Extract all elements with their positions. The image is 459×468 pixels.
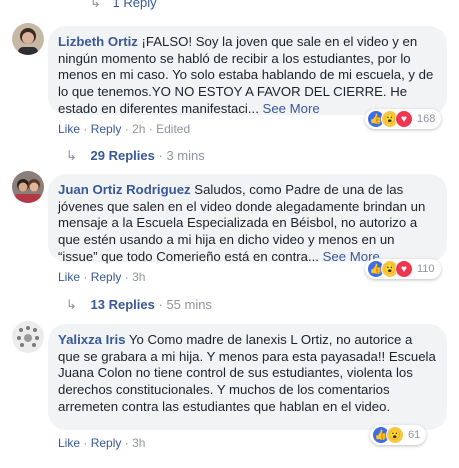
reaction-count: 168 bbox=[417, 113, 436, 125]
see-more-link[interactable]: See More bbox=[263, 101, 320, 116]
view-replies-link[interactable]: ↳ 13 Replies · 55 mins bbox=[66, 297, 212, 313]
reply-link-top[interactable]: ↳ 1 Reply bbox=[90, 0, 157, 11]
like-button[interactable]: Like bbox=[58, 122, 80, 136]
love-icon: ♥ bbox=[395, 110, 413, 128]
like-button[interactable]: Like bbox=[58, 270, 80, 284]
comment-bubble: Juan Ortiz Rodriguez Saludos, como Padre… bbox=[48, 174, 447, 264]
comment-actions: Like · Reply · 3h bbox=[58, 270, 146, 284]
commenter-name[interactable]: Lizbeth Ortiz bbox=[58, 34, 138, 49]
view-replies-link[interactable]: ↳ 29 Replies · 3 mins bbox=[66, 148, 205, 164]
commenter-name[interactable]: Juan Ortiz Rodriguez bbox=[58, 182, 191, 197]
avatar[interactable] bbox=[12, 23, 44, 55]
avatar[interactable] bbox=[12, 171, 44, 203]
reply-arrow-icon: ↳ bbox=[66, 297, 77, 312]
commenter-name[interactable]: Yalixza Iris bbox=[58, 332, 125, 347]
reply-button[interactable]: Reply bbox=[91, 436, 122, 450]
comment-actions: Like · Reply · 2h · Edited bbox=[58, 122, 191, 136]
like-button[interactable]: Like bbox=[58, 436, 80, 450]
reaction-count: 110 bbox=[417, 263, 435, 275]
edited-label[interactable]: Edited bbox=[156, 122, 190, 136]
reply-button[interactable]: Reply bbox=[91, 122, 122, 136]
timestamp[interactable]: 3h bbox=[132, 436, 145, 450]
comment-bubble: Yalixza Iris Yo Como madre de lanexis L … bbox=[48, 324, 447, 430]
avatar[interactable] bbox=[12, 321, 44, 353]
timestamp[interactable]: 2h bbox=[132, 122, 145, 136]
reaction-summary[interactable]: 👍 😮 61 bbox=[370, 425, 427, 445]
reaction-count: 61 bbox=[408, 429, 421, 441]
love-icon: ♥ bbox=[395, 260, 413, 278]
reply-arrow-icon: ↳ bbox=[90, 0, 101, 10]
reply-button[interactable]: Reply bbox=[91, 270, 122, 284]
comment-bubble: Lizbeth Ortiz ¡FALSO! Soy la joven que s… bbox=[48, 26, 447, 116]
timestamp[interactable]: 3h bbox=[132, 270, 145, 284]
reaction-summary[interactable]: 👍 😮 ♥ 110 bbox=[365, 259, 441, 279]
reply-arrow-icon: ↳ bbox=[66, 148, 77, 163]
wow-icon: 😮 bbox=[386, 426, 404, 444]
reaction-summary[interactable]: 👍 😮 ♥ 168 bbox=[365, 109, 442, 129]
comment-actions: Like · Reply · 3h bbox=[58, 436, 146, 450]
